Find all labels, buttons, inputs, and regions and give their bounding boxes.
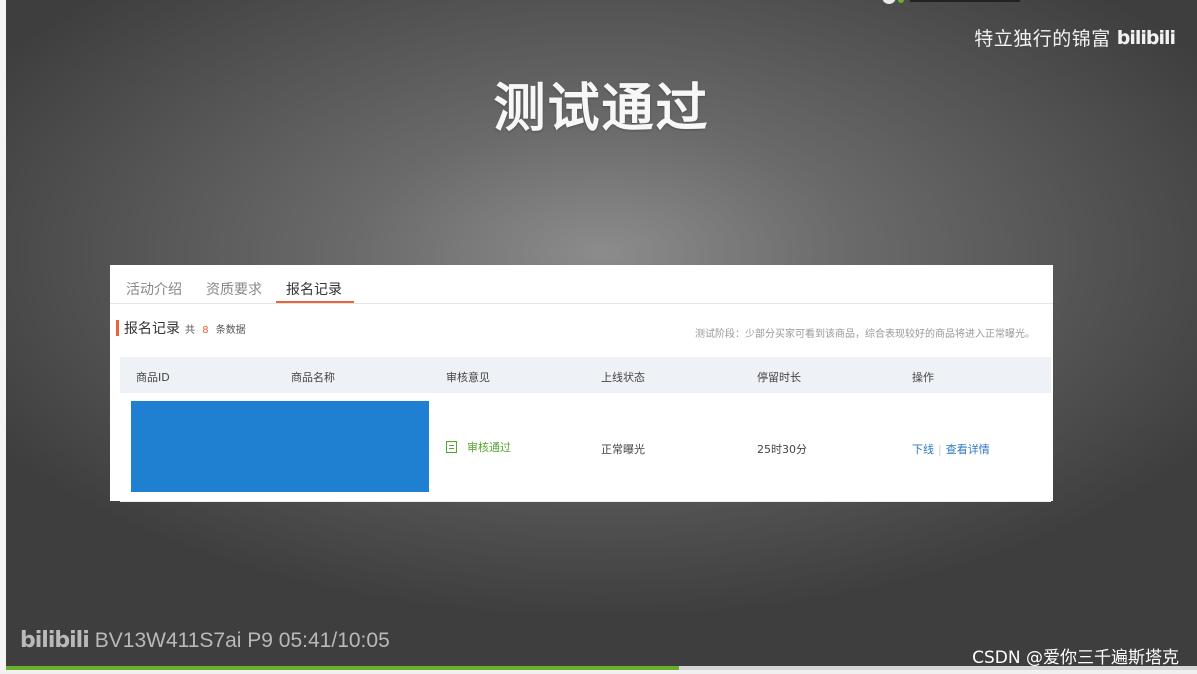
actions-cell: 下线 | 查看详情 — [912, 441, 990, 457]
active-tab-indicator — [276, 301, 354, 303]
review-status: 审核通过 — [446, 439, 511, 455]
uploader-name: 特立独行的锦富 — [974, 28, 1111, 50]
section-accent-bar — [116, 320, 119, 336]
view-details-link[interactable]: 查看详情 — [946, 441, 990, 457]
uploader-watermark: 特立独行的锦富 bilibili — [974, 24, 1176, 51]
count-suffix: 条数据 — [215, 324, 246, 336]
top-decoration — [876, 0, 1026, 4]
action-separator: | — [938, 442, 942, 456]
video-frame[interactable]: 特立独行的锦富 bilibili 测试通过 活动介绍 资质要求 报名记录 报名记… — [6, 0, 1197, 666]
column-header-product-id: 商品ID — [136, 371, 170, 384]
csdn-watermark: CSDN @爱你三千遍斯塔克 — [972, 648, 1179, 668]
review-status-text: 审核通过 — [467, 441, 511, 454]
count-prefix: 共 — [185, 324, 195, 336]
table-header: 商品ID 商品名称 审核意见 上线状态 停留时长 操作 — [120, 357, 1051, 393]
redacted-product-block — [131, 401, 429, 492]
dot-icon — [898, 0, 904, 3]
column-header-review: 审核意见 — [446, 371, 490, 384]
tab-activity-intro[interactable]: 活动介绍 — [126, 279, 182, 299]
section-title: 报名记录 — [124, 321, 180, 337]
tab-qualification[interactable]: 资质要求 — [206, 279, 262, 299]
column-header-actions: 操作 — [912, 371, 934, 384]
video-info: bilibili BV13W411S7ai P9 05:41/10:05 — [20, 628, 390, 653]
online-status-cell: 正常曝光 — [601, 443, 645, 456]
document-icon — [446, 441, 457, 453]
signup-records-panel: 活动介绍 资质要求 报名记录 报名记录 共 8 条数据 测试阶段：少部分买家可看… — [110, 265, 1053, 502]
tab-signup-records[interactable]: 报名记录 — [286, 279, 342, 299]
dot-icon — [882, 0, 896, 4]
bv-timecode: BV13W411S7ai P9 05:41/10:05 — [94, 628, 390, 652]
column-header-online-status: 上线状态 — [601, 371, 645, 384]
top-bar — [910, 0, 1020, 2]
duration-cell: 25时30分 — [757, 443, 807, 456]
column-header-duration: 停留时长 — [757, 371, 801, 384]
column-header-product-name: 商品名称 — [291, 371, 335, 384]
bilibili-logo-icon: bilibili — [20, 628, 90, 653]
bilibili-logo-icon: bilibili — [1116, 26, 1176, 49]
count-value: 8 — [202, 324, 209, 336]
record-count: 共 8 条数据 — [185, 321, 246, 336]
tab-bar: 活动介绍 资质要求 报名记录 — [110, 265, 1053, 304]
records-table: 商品ID 商品名称 审核意见 上线状态 停留时长 操作 审核通过 正常曝光 25… — [120, 357, 1051, 502]
section-header: 报名记录 共 8 条数据 — [116, 319, 246, 337]
testing-hint: 测试阶段：少部分买家可看到该商品，综合表现较好的商品将进入正常曝光。 — [695, 329, 1035, 340]
slide-title: 测试通过 — [493, 79, 710, 139]
bottom-edge — [0, 670, 1197, 674]
offline-link[interactable]: 下线 — [912, 441, 934, 457]
table-row: 审核通过 正常曝光 25时30分 下线 | 查看详情 — [120, 393, 1051, 502]
